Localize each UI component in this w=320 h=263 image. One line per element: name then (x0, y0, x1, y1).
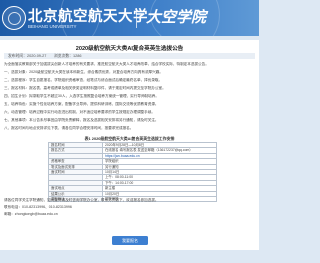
notice-title: 2020级航空航天大类AI复合英英生选拔公告 (75, 46, 184, 52)
notice-paragraph: 为全面落实教育部关于加强拔尖创新人才培养的有关要求，推进航空航天大类人才培养改革… (4, 62, 209, 66)
university-logo[interactable] (2, 6, 26, 30)
notice-meta-bar: 发布时间：2020-09-27 浏览次数：1286 (4, 53, 255, 59)
notice-paragraph: 六、动态管理：培养过程中实行动态进出机制，对不适应培养要求的学生按规定办理调整手… (4, 110, 155, 114)
footer-paragraph: 请各位同学关注学院通知，如有疑问请及时咨询学院办公室，联系方式如下，欢迎报名参加… (4, 198, 159, 202)
notice-paragraph: 二、选拔程序：学生自愿报名，学院组织资格审查，经笔试与综合面试后确定最终名单，择… (4, 78, 163, 82)
header-divider (136, 8, 137, 28)
college-slogan: 大空学院 (146, 8, 207, 26)
notice-meta: 发布时间：2020-09-27 浏览次数：1286 (8, 54, 82, 58)
register-button[interactable]: 我要报名 (112, 236, 148, 245)
contact-phone: 联系电话：010-82313996、010-82313996 (4, 205, 72, 209)
notice-paragraph: 八、报名时间与地点安排详见下表，请各位同学合理安排时间，按要求完成报名。 (4, 126, 134, 130)
school-name-en: BEIHANG UNIVERSITY (28, 24, 77, 29)
notice-paragraph: 三、报名材料：报名表、高考成绩单及相关获奖证明材料复印件，请于规定时间内提交至学… (4, 86, 166, 90)
school-name: 北京航空航天大学 (28, 8, 148, 25)
notice-paragraph: 五、培养特色：实施个性化培养方案，配备学业导师，提供科研训练、国际交流等优质教育… (4, 102, 159, 106)
notice-paragraph: 一、选拔对象：2020级航空航天大类在读本科新生，综合素质优秀，对复合培养方向具… (4, 70, 163, 74)
notice-paragraph: 七、其他事项：本公告未尽事宜由学院负责解释，报名及选拔相关安排将另行通知，请及时… (4, 118, 159, 122)
contact-email[interactable]: 邮箱：zhongkongb@buaa.edu.cn (4, 212, 256, 217)
notice-paragraph: 四、招生计划：拟录取学生不超过30人，入选学生按照复合培养方案统一管理，实行导师… (4, 94, 159, 98)
schedule-table: 报名时间 2020年9月28日—10月8日 报名方式 在线报名 填写报名表 发送… (48, 141, 217, 203)
notice-panel: 2020级航空航天大类AI复合英英生选拔公告 发布时间：2020-09-27 浏… (0, 40, 259, 250)
site-header: 北京航空航天大学 BEIHANG UNIVERSITY 大空学院 (0, 0, 259, 36)
